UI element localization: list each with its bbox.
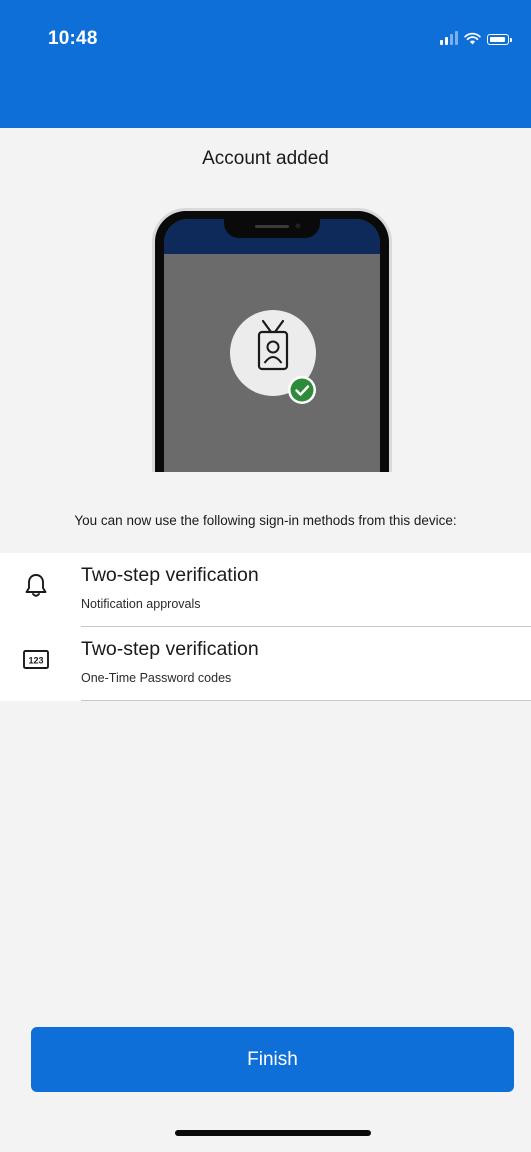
otp-code-icon: 123 bbox=[23, 650, 49, 669]
method-item-one-time-password: 123 Two-step verification One-Time Passw… bbox=[0, 627, 531, 701]
battery-icon bbox=[487, 34, 512, 45]
method-title: Two-step verification bbox=[81, 564, 259, 586]
home-indicator[interactable] bbox=[175, 1130, 371, 1136]
sign-in-methods-list: Two-step verification Notification appro… bbox=[0, 553, 531, 701]
signal-icon bbox=[440, 31, 458, 45]
status-time: 10:48 bbox=[48, 28, 98, 49]
wifi-icon bbox=[464, 32, 481, 45]
divider bbox=[81, 700, 531, 701]
bell-icon bbox=[25, 574, 47, 597]
page-title: Account added bbox=[202, 148, 329, 169]
sign-in-methods-description: You can now use the following sign-in me… bbox=[74, 513, 457, 528]
method-subtitle: Notification approvals bbox=[81, 597, 201, 611]
finish-button[interactable]: Finish bbox=[31, 1027, 514, 1092]
status-icons bbox=[440, 31, 512, 45]
phone-illustration bbox=[152, 208, 392, 472]
method-title: Two-step verification bbox=[81, 638, 259, 660]
otp-icon-label: 123 bbox=[28, 656, 43, 666]
method-subtitle: One-Time Password codes bbox=[81, 671, 232, 685]
badge-icon bbox=[230, 310, 316, 404]
app-header: 10:48 bbox=[0, 0, 531, 128]
method-item-notification-approvals: Two-step verification Notification appro… bbox=[0, 553, 531, 627]
